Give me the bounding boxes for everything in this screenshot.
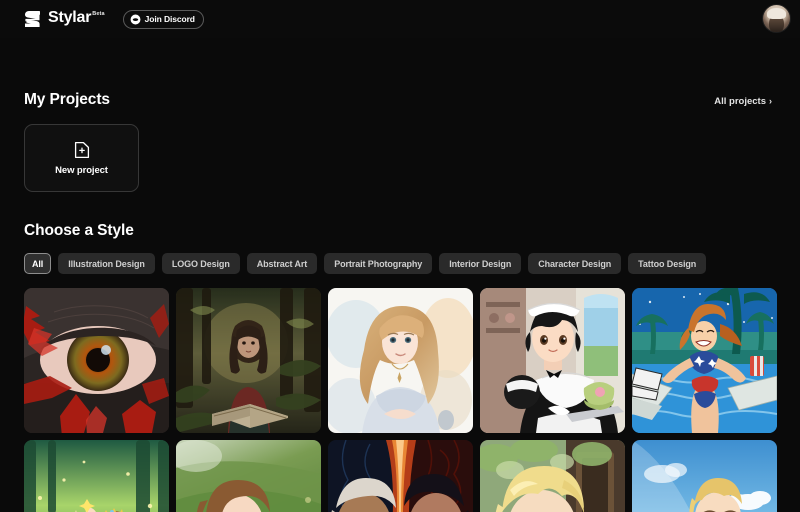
style-tile-kids-soccer[interactable] <box>632 440 777 512</box>
style-filter-chips: All Illustration Design LOGO Design Abst… <box>24 253 776 274</box>
style-chip-logo-design[interactable]: LOGO Design <box>161 253 240 274</box>
style-tile-girl-bunny[interactable] <box>176 440 321 512</box>
avatar-headwear <box>767 8 786 19</box>
page-title: My Projects <box>24 91 110 108</box>
style-tile-watercolor-girl[interactable] <box>328 288 473 433</box>
style-chip-tattoo-design[interactable]: Tattoo Design <box>628 253 707 274</box>
all-projects-link[interactable]: All projects › <box>714 96 772 107</box>
brand-beta-tag: Beta <box>92 10 105 17</box>
style-tile-anime-maid[interactable] <box>480 288 625 433</box>
style-chip-portrait-photography[interactable]: Portrait Photography <box>324 253 433 274</box>
user-avatar[interactable] <box>763 5 790 32</box>
app-root: StylarBeta Join Discord My Projects All … <box>0 0 800 512</box>
choose-style-title: Choose a Style <box>24 222 134 239</box>
new-project-card[interactable]: New project <box>24 124 139 192</box>
style-gallery-grid <box>24 288 777 512</box>
style-chip-abstract-art[interactable]: Abstract Art <box>246 253 318 274</box>
style-tile-blonde-boy[interactable] <box>480 440 625 512</box>
join-discord-button[interactable]: Join Discord <box>122 9 204 29</box>
brand-name: Stylar <box>48 8 92 26</box>
file-plus-icon <box>74 141 89 158</box>
style-tile-forest-girl[interactable] <box>176 288 321 433</box>
all-projects-label: All projects <box>714 96 766 107</box>
style-tile-princess-unicorn[interactable] <box>24 440 169 512</box>
stylar-s-logo-icon <box>25 10 40 27</box>
style-tile-retro-pool[interactable] <box>632 288 777 433</box>
style-chip-character-design[interactable]: Character Design <box>528 253 622 274</box>
discord-icon <box>130 14 141 24</box>
brand-logo[interactable]: StylarBeta <box>24 8 105 31</box>
style-tile-red-eye[interactable] <box>24 288 169 433</box>
chevron-right-icon: › <box>769 96 772 106</box>
app-header: StylarBeta Join Discord <box>0 0 800 38</box>
style-chip-all[interactable]: All <box>24 253 52 274</box>
style-tile-warriors-duel[interactable] <box>328 440 473 512</box>
main-content: My Projects All projects › New project C… <box>0 91 800 512</box>
style-chip-interior-design[interactable]: Interior Design <box>439 253 522 274</box>
my-projects-header: My Projects All projects › <box>24 91 776 109</box>
new-project-label: New project <box>55 164 108 176</box>
brand-name-wrapper: StylarBeta <box>48 8 105 31</box>
style-chip-illustration-design[interactable]: Illustration Design <box>58 253 155 274</box>
join-discord-label: Join Discord <box>144 14 195 24</box>
